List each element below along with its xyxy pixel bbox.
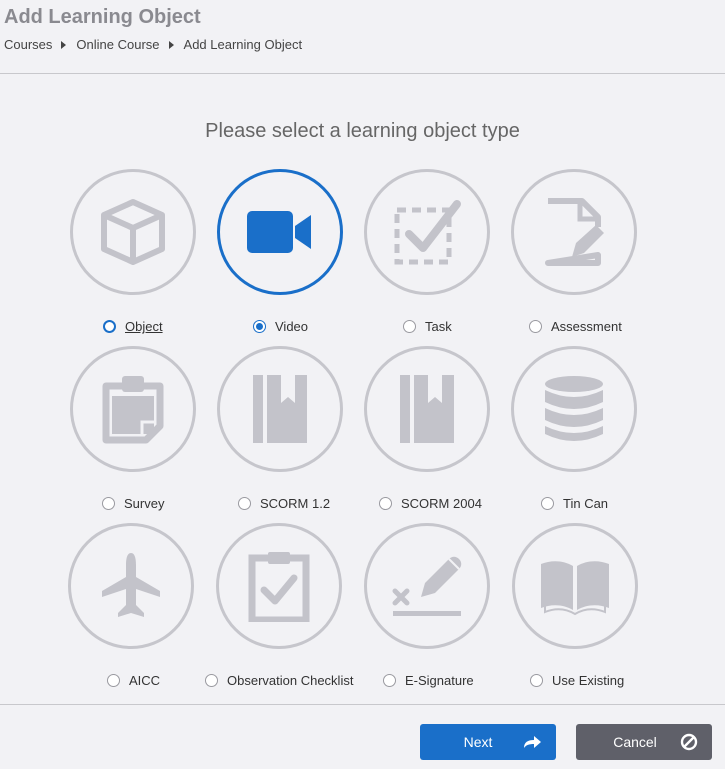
type-label-task: Task	[425, 319, 452, 334]
radio-assessment[interactable]	[529, 320, 542, 333]
type-option-observation-checklist[interactable]: Observation Checklist	[205, 673, 353, 688]
radio-aicc[interactable]	[107, 674, 120, 687]
clipboard-icon	[102, 376, 164, 444]
radio-scorm-2004[interactable]	[379, 497, 392, 510]
type-card-object[interactable]	[70, 169, 196, 295]
book-icon	[253, 375, 307, 443]
type-option-survey[interactable]: Survey	[102, 496, 164, 511]
type-option-scorm-2004[interactable]: SCORM 2004	[379, 496, 482, 511]
type-card-scorm-1-2[interactable]	[217, 346, 343, 472]
type-label-object: Object	[125, 319, 163, 334]
document-edit-icon	[545, 198, 604, 266]
page-title: Add Learning Object	[4, 6, 201, 28]
task-checkbox-icon	[394, 200, 461, 265]
type-option-task[interactable]: Task	[403, 319, 452, 334]
type-label-video: Video	[275, 319, 309, 334]
type-label-tin-can: Tin Can	[563, 496, 609, 511]
type-card-assessment[interactable]	[511, 169, 637, 295]
breadcrumb-separator-icon	[61, 40, 67, 49]
radio-use-existing[interactable]	[530, 674, 543, 687]
type-option-assessment[interactable]: Assessment	[529, 319, 622, 334]
prohibited-icon	[680, 733, 698, 751]
type-card-video[interactable]	[217, 169, 343, 295]
video-camera-icon	[247, 211, 311, 253]
type-option-object[interactable]: Object	[103, 319, 163, 334]
breadcrumb: Courses Online Course Add Learning Objec…	[4, 37, 302, 52]
type-label-scorm-1-2: SCORM 1.2	[260, 496, 331, 511]
type-card-survey[interactable]	[70, 346, 196, 472]
radio-survey[interactable]	[102, 497, 115, 510]
page-header: Add Learning Object Courses Online Cours…	[0, 0, 725, 74]
signature-pen-icon	[392, 556, 462, 616]
type-option-e-signature[interactable]: E-Signature	[383, 673, 474, 688]
cancel-button-label: Cancel	[613, 734, 657, 750]
type-card-use-existing[interactable]	[512, 523, 638, 649]
dialog-footer: Next Cancel	[0, 704, 725, 769]
checklist-clipboard-icon	[248, 552, 310, 622]
radio-e-signature[interactable]	[383, 674, 396, 687]
next-button[interactable]: Next	[420, 724, 556, 760]
forward-arrow-icon	[522, 734, 542, 750]
type-label-use-existing: Use Existing	[552, 673, 625, 688]
radio-task[interactable]	[403, 320, 416, 333]
type-card-scorm-2004[interactable]	[364, 346, 490, 472]
breadcrumb-separator-icon	[168, 40, 174, 49]
book-icon	[400, 375, 454, 443]
breadcrumb-courses[interactable]: Courses	[4, 37, 52, 52]
radio-object[interactable]	[103, 320, 116, 333]
type-option-aicc[interactable]: AICC	[107, 673, 160, 688]
breadcrumb-online-course[interactable]: Online Course	[76, 37, 159, 52]
radio-observation-checklist[interactable]	[205, 674, 218, 687]
radio-video[interactable]	[253, 320, 266, 333]
cube-icon	[101, 199, 165, 265]
type-label-assessment: Assessment	[551, 319, 622, 334]
open-book-icon	[541, 561, 609, 616]
type-label-e-signature: E-Signature	[405, 673, 474, 688]
type-label-survey: Survey	[124, 496, 165, 511]
database-icon	[545, 376, 603, 441]
radio-tin-can[interactable]	[541, 497, 554, 510]
type-option-scorm-1-2[interactable]: SCORM 1.2	[238, 496, 330, 511]
type-card-e-signature[interactable]	[364, 523, 490, 649]
breadcrumb-add-learning-object: Add Learning Object	[183, 37, 303, 52]
type-selection-panel: Please select a learning object type Obj…	[0, 75, 725, 704]
type-card-aicc[interactable]	[68, 523, 194, 649]
type-card-tin-can[interactable]	[511, 346, 637, 472]
radio-scorm-1-2[interactable]	[238, 497, 251, 510]
type-card-observation-checklist[interactable]	[216, 523, 342, 649]
type-card-task[interactable]	[364, 169, 490, 295]
airplane-icon	[102, 553, 160, 617]
type-option-use-existing[interactable]: Use Existing	[530, 673, 624, 688]
type-label-aicc: AICC	[129, 673, 161, 688]
type-option-tin-can[interactable]: Tin Can	[541, 496, 608, 511]
type-label-scorm-2004: SCORM 2004	[401, 496, 482, 511]
next-button-label: Next	[463, 734, 493, 750]
selection-prompt: Please select a learning object type	[205, 120, 520, 142]
type-option-video[interactable]: Video	[253, 319, 308, 334]
cancel-button[interactable]: Cancel	[576, 724, 712, 760]
type-label-observation-checklist: Observation Checklist	[227, 673, 354, 688]
